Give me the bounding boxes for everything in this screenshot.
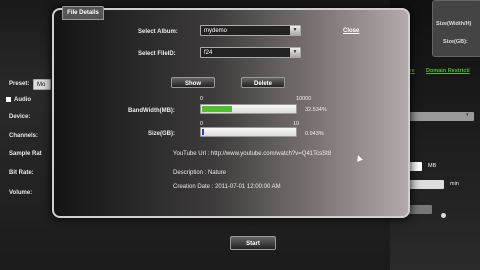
fileid-select[interactable]: f24 ▼ bbox=[200, 47, 301, 58]
creation-date: Creation Date : 2011-07-01 12:00:00 AM bbox=[173, 184, 281, 190]
bandwidth-label: BandWidth(MB): bbox=[128, 108, 175, 114]
close-link[interactable]: Close bbox=[343, 28, 359, 34]
device-label: Device: bbox=[9, 114, 31, 120]
preset-select[interactable]: Mo bbox=[33, 79, 51, 90]
mb-input[interactable] bbox=[408, 162, 422, 171]
audio-label: Audio bbox=[14, 97, 31, 103]
size-progress-fill bbox=[202, 129, 204, 135]
album-label: Select Album: bbox=[138, 29, 178, 35]
min-input[interactable] bbox=[408, 180, 444, 189]
right-slider[interactable] bbox=[408, 205, 432, 214]
chevron-down-icon: ▾ bbox=[466, 112, 469, 118]
file-details-tab: File Details bbox=[62, 6, 104, 20]
bandwidth-min: 0 bbox=[200, 96, 204, 102]
mb-label: MB bbox=[428, 163, 437, 169]
fileid-value: f24 bbox=[204, 50, 213, 56]
sample-rate-label: Sample Rat bbox=[9, 151, 42, 157]
right-device-select[interactable] bbox=[408, 112, 474, 121]
album-select[interactable]: mydemo ▼ bbox=[200, 25, 301, 36]
chevron-down-icon: ▼ bbox=[290, 26, 300, 35]
chevron-down-icon: ▼ bbox=[290, 48, 300, 57]
right-info-panel: Size(Width/H) Size(GB): bbox=[432, 0, 480, 57]
show-button[interactable]: Show bbox=[171, 77, 215, 88]
min-label: min bbox=[450, 181, 459, 187]
bandwidth-max: 10000 bbox=[296, 96, 312, 102]
size-label: Size(GB): bbox=[148, 131, 175, 137]
youtube-url: YouTube Url : http://www.youtube.com/wat… bbox=[173, 151, 332, 157]
bandwidth-progress-fill bbox=[202, 106, 232, 112]
right-size-gb-label: Size(GB): bbox=[443, 39, 468, 45]
bit-rate-label: Bit Rate: bbox=[9, 170, 34, 176]
domain-restriction-link[interactable]: Domain Restricti bbox=[426, 68, 470, 74]
bandwidth-percent: 32.534% bbox=[305, 107, 327, 113]
preset-value: Mo bbox=[37, 82, 46, 88]
right-size-label: Size(Width/H) bbox=[436, 21, 472, 27]
album-value: mydemo bbox=[204, 28, 228, 34]
size-percent: 0.943% bbox=[305, 131, 324, 137]
radio-option[interactable] bbox=[441, 213, 446, 218]
description: Description : Nature bbox=[173, 170, 227, 176]
fileid-label: Select FileID: bbox=[138, 51, 176, 57]
size-progress-bar bbox=[200, 127, 297, 137]
delete-button[interactable]: Delete bbox=[241, 77, 285, 88]
audio-checkbox[interactable] bbox=[6, 97, 11, 102]
channels-label: Channels: bbox=[9, 133, 39, 139]
bandwidth-progress-bar bbox=[200, 104, 297, 114]
start-button[interactable]: Start bbox=[230, 236, 276, 250]
volume-label: Volume: bbox=[9, 190, 33, 196]
preset-label: Preset: bbox=[9, 81, 30, 87]
